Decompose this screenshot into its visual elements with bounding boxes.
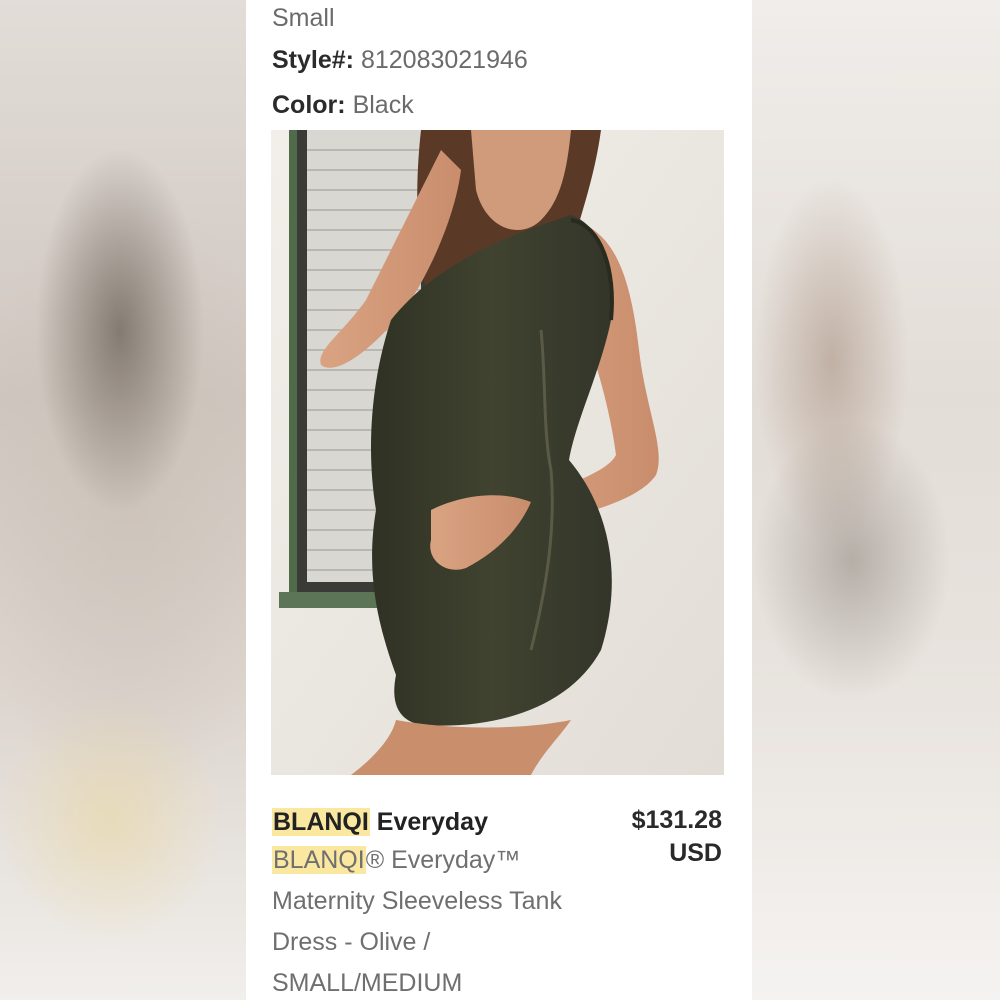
color-value: Black <box>352 91 414 119</box>
size-value: Small <box>272 4 335 32</box>
price-amount: $131.28 <box>631 806 722 834</box>
desc-line4: SMALL/MEDIUM <box>272 969 463 997</box>
style-value: 812083021946 <box>360 46 528 74</box>
desc-brand-highlight: BLANQI <box>272 846 366 874</box>
color-label: Color: <box>272 91 346 119</box>
desc-line3: Dress - Olive / <box>272 928 431 956</box>
title-rest: Everyday <box>376 808 488 836</box>
price-currency: USD <box>669 839 722 867</box>
brand-highlight: BLANQI <box>272 808 370 836</box>
order-item-panel: Small Style#: 812083021946 Color: Black <box>246 0 752 1000</box>
desc-line1-rest: ® Everyday™ <box>365 846 521 874</box>
product-description: BLANQI® Everyday™ Maternity Sleeveless T… <box>272 840 602 1000</box>
desc-line2: Maternity Sleeveless Tank <box>272 887 562 915</box>
product-image[interactable] <box>271 130 724 775</box>
blurred-background-left <box>0 0 246 1000</box>
blurred-background-right <box>752 0 1000 1000</box>
color-row: Color: Black <box>272 91 414 120</box>
product-title[interactable]: BLANQI Everyday <box>272 804 602 840</box>
style-label: Style# <box>272 46 346 74</box>
price: $131.28 USD <box>632 804 722 870</box>
style-number-row: Style#: 812083021946 <box>272 46 528 74</box>
product-title-block: BLANQI Everyday BLANQI® Everyday™ Matern… <box>272 804 602 1000</box>
product-photo-icon <box>271 130 724 775</box>
